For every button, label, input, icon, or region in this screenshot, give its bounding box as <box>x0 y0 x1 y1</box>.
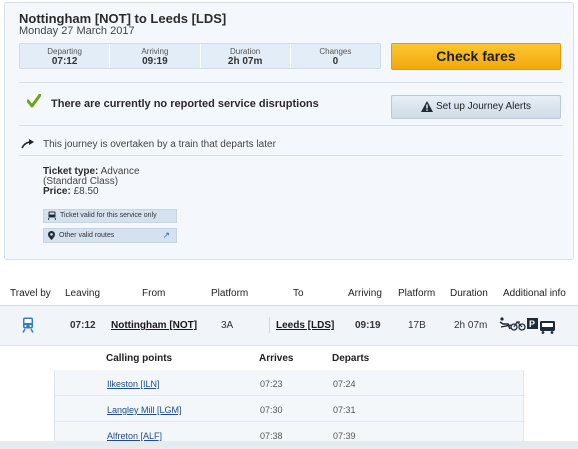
header-additional-info: Additional info <box>503 288 566 299</box>
calling-point-departs: 07:31 <box>333 405 356 415</box>
header-travel-by: Travel by <box>10 288 51 299</box>
facilities-icons: P <box>499 317 555 334</box>
disruption-status: There are currently no reported service … <box>51 98 319 110</box>
calling-point-arrives: 07:23 <box>260 379 283 389</box>
summary-changes-value: 0 <box>332 56 339 67</box>
svg-text:P: P <box>529 319 535 329</box>
summary-arriving-label: Arriving <box>141 47 169 56</box>
row-from-link[interactable]: Nottingham [NOT] <box>111 320 197 331</box>
other-routes-label: Other valid routes <box>59 232 115 239</box>
calling-point-station-link[interactable]: Langley Mill [LGM] <box>107 405 182 415</box>
warning-icon <box>420 100 433 112</box>
ticket-price-label: Price: <box>43 186 71 197</box>
list-item: Langley Mill [LGM] 07:30 07:31 <box>55 396 525 422</box>
header-from: From <box>142 288 166 299</box>
row-arriving: 09:19 <box>355 320 381 331</box>
calling-point-arrives: 07:30 <box>260 405 283 415</box>
header-leaving: Leaving <box>65 288 101 299</box>
bus-icon <box>540 321 555 334</box>
calling-point-departs: 07:24 <box>333 379 356 389</box>
ticket-price: Price: £8.50 <box>43 187 183 197</box>
overtaken-notice: This journey is overtaken by a train tha… <box>43 139 276 150</box>
calling-points-header: Calling points Arrives Departs <box>54 346 524 370</box>
header-platform-arrival: Platform <box>398 288 436 299</box>
header-duration: Duration <box>450 288 488 299</box>
calling-point-arrives: 07:38 <box>260 431 283 441</box>
summary-changes: Changes 0 <box>291 44 380 68</box>
summary-arriving: Arriving 09:19 <box>110 44 201 68</box>
summary-changes-label: Changes <box>319 47 352 56</box>
header-to: To <box>293 288 304 299</box>
summary-duration-label: Duration <box>230 47 261 56</box>
divider <box>19 82 563 83</box>
location-pin-icon <box>48 230 55 240</box>
bicycle-icon <box>510 321 526 331</box>
calling-points-title: Calling points <box>106 353 173 364</box>
summary-departing-value: 07:12 <box>51 56 78 67</box>
journey-summary-panel: Nottingham [NOT] to Leeds [LDS] Monday 2… <box>4 2 574 260</box>
calling-point-station-link[interactable]: Alfreton [ALF] <box>107 431 162 441</box>
checkmark-icon <box>27 94 41 108</box>
list-item: Ilkeston [ILN] 07:23 07:24 <box>55 370 525 396</box>
calling-points-list: Ilkeston [ILN] 07:23 07:24 Langley Mill … <box>54 370 525 449</box>
ticket-type: Ticket type: Advance (Standard Class) <box>43 167 183 187</box>
calling-departs-title: Departs <box>332 353 370 364</box>
accessibility-icon <box>499 317 512 330</box>
summary-departing-label: Departing <box>47 47 82 56</box>
train-small-icon <box>48 211 56 220</box>
ticket-info: Ticket type: Advance (Standard Class) Pr… <box>43 167 183 197</box>
journey-table-header: Travel by Leaving From Platform To Arriv… <box>0 284 578 306</box>
train-icon <box>22 317 34 333</box>
summary-duration-value: 2h 07m <box>227 56 263 67</box>
ticket-valid-service-label: Ticket valid for this service only <box>60 212 157 219</box>
row-duration: 2h 07m <box>454 320 488 331</box>
journey-alerts-label: Set up Journey Alerts <box>435 101 532 112</box>
ticket-valid-service-button[interactable]: Ticket valid for this service only <box>43 209 177 223</box>
ticket-price-value: £8.50 <box>73 186 99 197</box>
summary-duration: Duration 2h 07m <box>201 44 291 68</box>
row-to-link[interactable]: Leeds [LDS] <box>276 320 334 331</box>
chevron-right-icon <box>262 317 270 333</box>
journey-summary-bar: Departing 07:12 Arriving 09:19 Duration … <box>19 43 381 69</box>
divider <box>19 125 563 126</box>
journey-title: Nottingham [NOT] to Leeds [LDS] <box>19 11 227 26</box>
parking-icon: P <box>527 318 538 329</box>
overtake-arrow-icon <box>21 139 34 149</box>
check-fares-button[interactable]: Check fares <box>391 43 561 70</box>
calling-point-departs: 07:39 <box>333 431 356 441</box>
journey-alerts-button[interactable]: Set up Journey Alerts <box>391 95 561 119</box>
header-arriving: Arriving <box>348 288 382 299</box>
table-row: 07:12 Nottingham [NOT] 3A Leeds [LDS] 09… <box>0 306 578 346</box>
journey-date: Monday 27 March 2017 <box>19 25 135 37</box>
calling-point-station-link[interactable]: Ilkeston [ILN] <box>107 379 160 389</box>
row-leaving: 07:12 <box>70 320 96 331</box>
external-arrow-icon: ↗ <box>162 230 170 240</box>
summary-departing: Departing 07:12 <box>20 44 111 68</box>
summary-arriving-value: 09:19 <box>142 56 168 67</box>
header-platform: Platform <box>211 288 249 299</box>
row-platform-arrival: 17B <box>408 320 426 331</box>
calling-arrives-title: Arrives <box>259 353 294 364</box>
row-platform: 3A <box>221 320 234 331</box>
other-routes-button[interactable]: Other valid routes ↗ <box>43 228 177 243</box>
footer-band <box>0 441 578 449</box>
divider <box>19 155 563 156</box>
